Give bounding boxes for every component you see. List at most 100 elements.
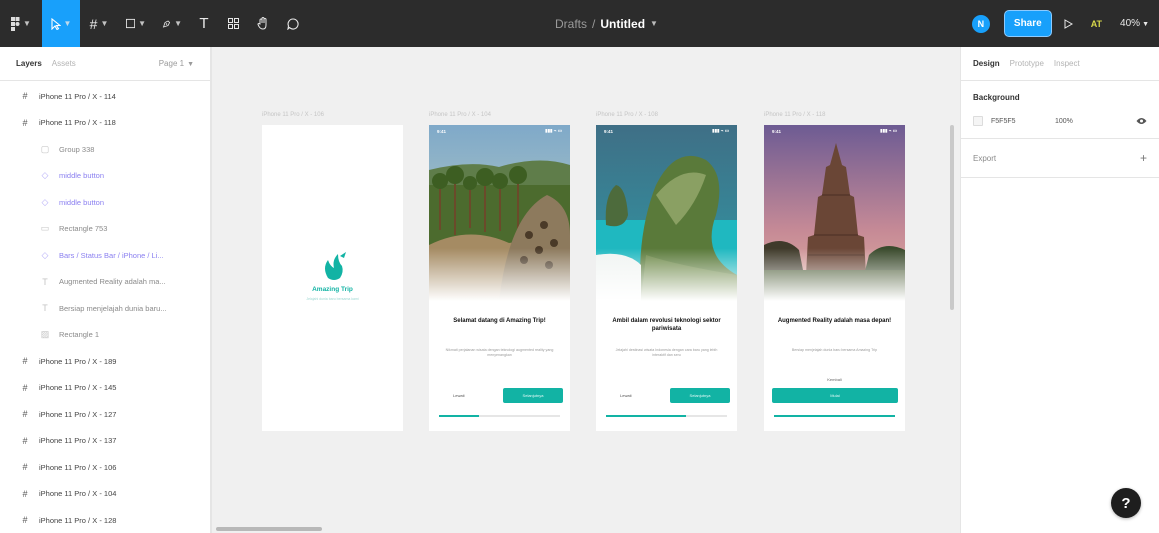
layer-label: Rectangle 753 — [59, 224, 108, 234]
onboarding-title: Ambil dalam revolusi teknologi sektor pa… — [612, 318, 721, 332]
layer-item[interactable]: ▨ Rectangle 1 — [0, 322, 210, 349]
background-heading: Background — [973, 93, 1020, 102]
eye-icon[interactable] — [1136, 117, 1147, 125]
add-export-plus-icon[interactable]: + — [1140, 151, 1147, 165]
text-icon: T — [42, 303, 48, 314]
file-breadcrumb[interactable]: Drafts / Untitled ▼ — [555, 0, 658, 47]
horizontal-scrollbar[interactable] — [216, 527, 322, 531]
splash-app-title: Amazing Trip — [312, 286, 353, 293]
share-button[interactable]: Share — [1003, 10, 1052, 37]
tab-prototype[interactable]: Prototype — [1010, 59, 1044, 68]
layer-item[interactable]: # iPhone 11 Pro / X - 127 — [0, 401, 210, 428]
hand-icon — [257, 17, 267, 30]
left-panel-tabs: Layers Assets Page 1 ▼ — [0, 47, 210, 81]
start-button[interactable]: Mulai — [772, 388, 898, 403]
status-icons: ▮▮▮ ⌁ ▭ — [712, 128, 729, 133]
zoom-menu[interactable]: 40% ▼ — [1120, 18, 1149, 29]
image-icon: ▨ — [40, 329, 50, 340]
skip-link[interactable]: Lewati — [453, 393, 465, 398]
component-icon: ◇ — [41, 249, 49, 260]
tab-inspect[interactable]: Inspect — [1054, 59, 1080, 68]
progress-fill — [439, 415, 479, 417]
main-menu-button[interactable]: ▼ — [0, 0, 42, 47]
properties-panel: Design Prototype Inspect Background F5F5… — [960, 47, 1159, 533]
comment-icon — [287, 17, 299, 30]
color-swatch[interactable] — [973, 116, 983, 126]
tab-design[interactable]: Design — [973, 59, 1000, 68]
onboarding-title: Selamat datang di Amazing Trip! — [453, 318, 546, 324]
onboarding-body: Bersiap menjelajah dunia baru bersama Am… — [791, 348, 878, 352]
status-bar: 9:41 ▮▮▮ ⌁ ▭ — [764, 125, 905, 137]
background-hex-input[interactable]: F5F5F5 — [991, 118, 1055, 125]
frame-onboarding-1[interactable]: 9:41 ▮▮▮ ⌁ ▭ Selamat datang di Amazing T… — [429, 125, 570, 431]
layer-label: Bersiap menjelajah dunia baru... — [59, 303, 167, 313]
layer-item[interactable]: # iPhone 11 Pro / X - 137 — [0, 428, 210, 455]
resources-tool-button[interactable] — [218, 0, 248, 47]
tab-layers[interactable]: Layers — [16, 59, 42, 68]
layer-item[interactable]: # iPhone 11 Pro / X - 104 — [0, 481, 210, 508]
back-link[interactable]: Kembali — [764, 377, 905, 382]
breadcrumb-parent[interactable]: Drafts — [555, 17, 587, 31]
page-selector[interactable]: Page 1 ▼ — [159, 59, 194, 68]
page-selector-label: Page 1 — [158, 59, 185, 68]
chevron-down-icon: ▼ — [650, 19, 658, 28]
background-opacity-input[interactable]: 100% — [1055, 118, 1136, 125]
right-panel-tabs: Design Prototype Inspect — [961, 47, 1159, 81]
next-button[interactable]: Selanjutnya — [670, 388, 730, 403]
help-button[interactable]: ? — [1111, 488, 1141, 518]
components-icon — [227, 18, 239, 29]
avatar[interactable]: N — [971, 14, 990, 33]
chevron-down-icon: ▼ — [1142, 21, 1149, 28]
file-name[interactable]: Untitled — [600, 17, 645, 31]
layer-label: Rectangle 1 — [59, 330, 100, 340]
status-time: 9:41 — [437, 128, 447, 134]
comment-tool-button[interactable] — [278, 0, 308, 47]
design-canvas[interactable]: iPhone 11 Pro / X - 106 Amazing Trip Jel… — [212, 47, 960, 533]
pen-icon — [162, 19, 171, 28]
layer-label: Group 338 — [59, 144, 95, 154]
text-icon: T — [199, 15, 209, 32]
layer-item[interactable]: # iPhone 11 Pro / X - 145 — [0, 375, 210, 402]
frame-label[interactable]: iPhone 11 Pro / X - 118 — [764, 112, 825, 118]
frame-label[interactable]: iPhone 11 Pro / X - 104 — [429, 112, 491, 118]
shape-tool-button[interactable]: ▼ — [118, 0, 154, 47]
layer-item[interactable]: ▢ Group 338 — [0, 136, 210, 163]
layer-item[interactable]: # iPhone 11 Pro / X - 114 — [0, 83, 210, 110]
zoom-level: 40% — [1120, 18, 1141, 29]
layer-item[interactable]: # iPhone 11 Pro / X - 128 — [0, 507, 210, 533]
layer-item[interactable]: # iPhone 11 Pro / X - 189 — [0, 348, 210, 375]
layer-item[interactable]: ◇ middle button — [0, 163, 210, 190]
frame-tool-button[interactable]: # ▼ — [80, 0, 118, 47]
ai-badge[interactable]: AT — [1091, 19, 1102, 29]
frame-onboarding-3[interactable]: 9:41 ▮▮▮ ⌁ ▭ Augmented Reality adalah ma… — [764, 125, 905, 431]
tab-assets[interactable]: Assets — [52, 59, 76, 68]
layer-item[interactable]: # iPhone 11 Pro / X - 106 — [0, 454, 210, 481]
layer-list: # iPhone 11 Pro / X - 114 # iPhone 11 Pro … — [0, 81, 210, 533]
vertical-scrollbar[interactable] — [950, 125, 954, 310]
layer-item[interactable]: T Augmented Reality adalah ma... — [0, 269, 210, 296]
move-tool-button[interactable]: ▼ — [42, 0, 80, 47]
frame-label[interactable]: iPhone 11 Pro / X - 106 — [262, 112, 324, 118]
layer-item[interactable]: ◇ Bars / Status Bar / iPhone / Li... — [0, 242, 210, 269]
layer-item[interactable]: ▭ Rectangle 753 — [0, 216, 210, 243]
question-mark-icon: ? — [1121, 494, 1131, 512]
layer-item[interactable]: T Bersiap menjelajah dunia baru... — [0, 295, 210, 322]
text-tool-button[interactable]: T — [190, 0, 218, 47]
figma-app: ▼ ▼ # ▼ ▼ ▼ T Drafts / Untitled ▼ N Shar… — [0, 0, 1159, 533]
next-button[interactable]: Selanjutnya — [503, 388, 563, 403]
skip-link[interactable]: Lewati — [620, 393, 632, 398]
toolbar-right: N Share AT 40% ▼ — [971, 0, 1159, 47]
frame-onboarding-2[interactable]: 9:41 ▮▮▮ ⌁ ▭ Ambil dalam revolusi teknol… — [596, 125, 737, 431]
layer-item[interactable]: ◇ middle button — [0, 189, 210, 216]
destination-photo-temple-ruins — [429, 125, 570, 301]
present-play-icon[interactable] — [1064, 18, 1073, 29]
frame-splash[interactable]: Amazing Trip Jelajahi dunia baru bersama… — [262, 125, 403, 431]
breadcrumb-separator: / — [592, 16, 596, 31]
text-icon: T — [42, 276, 48, 287]
splash-app-subtitle: Jelajahi dunia baru bersama kami — [306, 297, 359, 301]
cursor-icon — [50, 17, 61, 30]
pen-tool-button[interactable]: ▼ — [154, 0, 190, 47]
frame-label[interactable]: iPhone 11 Pro / X - 108 — [596, 112, 658, 118]
layer-item[interactable]: # iPhone 11 Pro / X - 118 — [0, 110, 210, 137]
hand-tool-button[interactable] — [248, 0, 278, 47]
